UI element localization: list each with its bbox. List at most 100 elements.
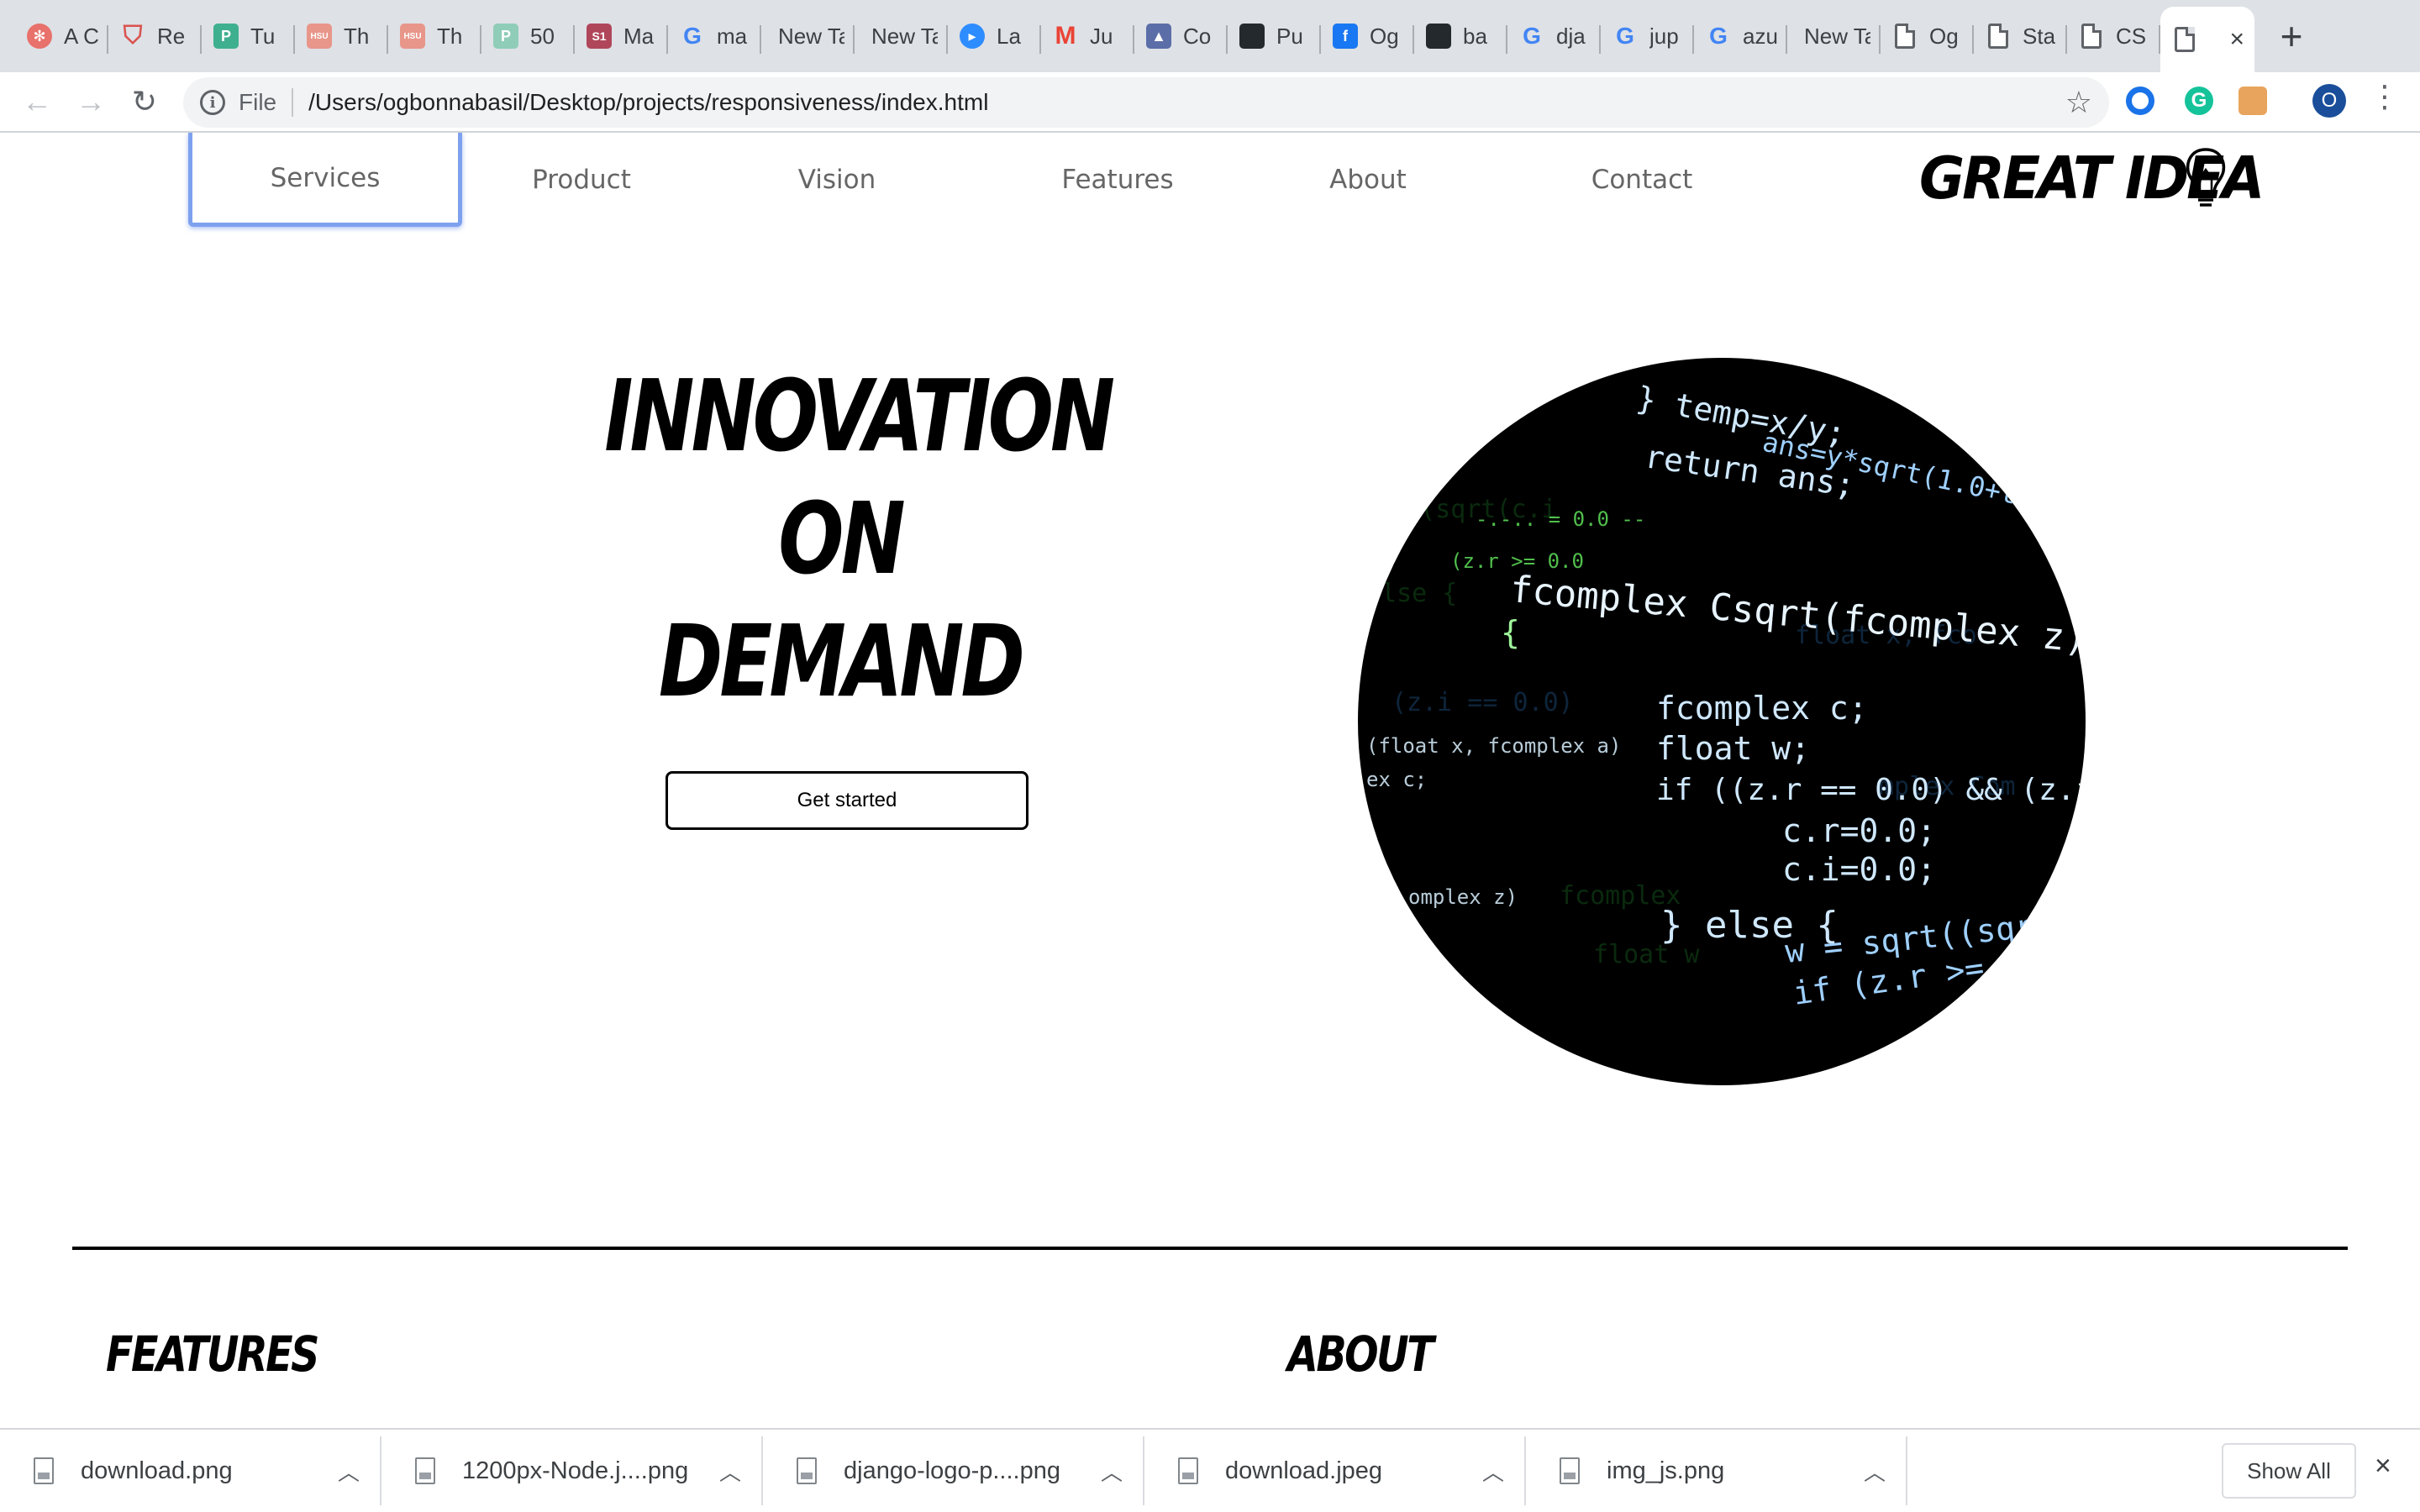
file-icon: [1560, 1457, 1580, 1484]
chevron-up-icon[interactable]: ︿: [1101, 1456, 1123, 1487]
bookmark-star-icon[interactable]: ☆: [2065, 85, 2092, 120]
about-heading: ABOUT: [1287, 1326, 1434, 1383]
tab-title: Og: [1929, 23, 1959, 49]
shield-icon: ⛉: [123, 22, 143, 50]
browser-tab[interactable]: HSU Th: [388, 0, 481, 72]
browser-tab[interactable]: ✻ A C: [15, 0, 108, 72]
tab-title: CS: [2116, 23, 2147, 49]
code-bg-text: (z.i == 0.0): [1392, 688, 1574, 717]
extension-face-icon[interactable]: [2238, 87, 2267, 115]
tab-title: Th: [344, 23, 370, 49]
forward-arrow-icon[interactable]: →: [64, 75, 118, 129]
browser-tab[interactable]: New Ta: [855, 0, 948, 72]
download-item[interactable]: img_js.png ︿: [1526, 1436, 1907, 1505]
browser-toolbar: ← → ↻ i File /Users/ogbonnabasil/Desktop…: [0, 72, 2420, 133]
chevron-up-icon[interactable]: ︿: [1864, 1456, 1886, 1487]
facebook-icon: f: [1333, 24, 1358, 49]
browser-tab[interactable]: Sta: [1974, 0, 2067, 72]
code-bg-text: ex c;: [1366, 768, 1427, 791]
nav-link-features[interactable]: Features: [1007, 133, 1228, 227]
browser-tab[interactable]: P Tu: [202, 0, 295, 72]
lightbulb-icon: [2186, 148, 2226, 207]
web-page: Services Product Vision Features About C…: [0, 133, 2420, 1428]
browser-tab[interactable]: M Ju: [1041, 0, 1134, 72]
code-image: qrt(sqrt(c.i else { (z.i == 0.0) float x…: [1358, 358, 2086, 1085]
browser-tab[interactable]: New Ta: [1787, 0, 1881, 72]
browser-tab[interactable]: Gjup: [1601, 0, 1694, 72]
pinwheel-icon: ✻: [27, 24, 52, 49]
download-filename: download.png: [81, 1457, 233, 1484]
tab-title: ba: [1463, 23, 1487, 49]
browser-tab[interactable]: Gdja: [1507, 0, 1601, 72]
document-icon: [2079, 24, 2104, 49]
download-item[interactable]: 1200px-Node.j....png ︿: [381, 1436, 763, 1505]
tab-title: Og: [1370, 23, 1399, 49]
code-line: fcomplex c;: [1656, 690, 1868, 727]
chevron-up-icon[interactable]: ︿: [1482, 1456, 1504, 1487]
grammarly-icon[interactable]: G: [2185, 87, 2213, 115]
tab-title: 50: [530, 23, 555, 49]
tab-title: dja: [1556, 23, 1586, 49]
show-all-button[interactable]: Show All: [2222, 1443, 2356, 1499]
download-item[interactable]: download.png ︿: [0, 1436, 381, 1505]
tab-title: Ju: [1090, 23, 1113, 49]
reload-icon[interactable]: ↻: [118, 75, 171, 129]
file-icon: [1178, 1457, 1198, 1484]
profile-avatar[interactable]: O: [2312, 84, 2346, 118]
browser-tab[interactable]: CS: [2067, 0, 2160, 72]
nav-link-services[interactable]: Services: [188, 133, 462, 227]
close-tab-icon[interactable]: ×: [2229, 25, 2244, 54]
extension-ring-icon[interactable]: [2126, 87, 2154, 115]
nav-link-product[interactable]: Product: [471, 133, 692, 227]
code-line: if ((z.r == 0.0) && (z.i == 0.0)) {: [1656, 773, 2086, 807]
browser-tab[interactable]: ▸ La: [948, 0, 1041, 72]
p-icon: P: [493, 24, 518, 49]
more-menu-icon[interactable]: ⋮: [2370, 79, 2400, 114]
close-icon[interactable]: ×: [2375, 1450, 2391, 1483]
url-scheme: File: [239, 88, 294, 117]
download-shelf: download.png ︿ 1200px-Node.j....png ︿ dj…: [0, 1428, 2420, 1512]
browser-tab[interactable]: Og: [1881, 0, 1974, 72]
nav-link-contact[interactable]: Contact: [1531, 133, 1753, 227]
new-tab-button[interactable]: +: [2254, 0, 2328, 72]
hero-line-1: INNOVATION: [604, 358, 1115, 474]
tab-title: New Ta: [871, 23, 938, 49]
nav-link-vision[interactable]: Vision: [726, 133, 948, 227]
back-arrow-icon[interactable]: ←: [10, 75, 64, 129]
browser-tab[interactable]: ba: [1414, 0, 1507, 72]
browser-tab[interactable]: ⛉ Re: [108, 0, 202, 72]
info-icon[interactable]: i: [200, 90, 225, 115]
code-bg-text: omplex z): [1408, 885, 1518, 909]
hero-line-3: DEMAND: [658, 603, 1025, 719]
chevron-up-icon[interactable]: ︿: [338, 1456, 360, 1487]
url-text[interactable]: /Users/ogbonnabasil/Desktop/projects/res…: [308, 89, 988, 116]
browser-tab[interactable]: HSU Th: [295, 0, 388, 72]
active-tab[interactable]: ×: [2160, 7, 2254, 72]
browser-tab[interactable]: P 50: [481, 0, 575, 72]
browser-tab[interactable]: Pu: [1228, 0, 1321, 72]
zoom-icon: ▸: [960, 24, 985, 49]
nav-link-about[interactable]: About: [1257, 133, 1479, 227]
browser-tab[interactable]: Gma: [668, 0, 761, 72]
file-icon: [34, 1457, 54, 1484]
get-started-button[interactable]: Get started: [666, 771, 1028, 830]
code-bg-text: else {: [1366, 579, 1457, 608]
code-line: c.i=0.0;: [1782, 851, 1936, 888]
tab-title: Ma: [623, 23, 655, 49]
download-item[interactable]: django-logo-p....png ︿: [763, 1436, 1144, 1505]
tab-title: Co: [1183, 23, 1212, 49]
chevron-up-icon[interactable]: ︿: [719, 1456, 741, 1487]
download-filename: download.jpeg: [1225, 1457, 1383, 1484]
google-icon: G: [1709, 23, 1728, 49]
download-item[interactable]: download.jpeg ︿: [1144, 1436, 1526, 1505]
code-line: c.r=0.0;: [1782, 812, 1936, 849]
browser-tab[interactable]: S1 Ma: [575, 0, 668, 72]
browser-tab[interactable]: ▲ Co: [1134, 0, 1228, 72]
tab-strip: ✻ A C ⛉ Re P Tu HSU Th HSU Th P 50 S1 Ma Gma Ne…: [0, 0, 2420, 72]
file-icon: [797, 1457, 817, 1484]
browser-tab[interactable]: New Ta: [761, 0, 855, 72]
hero-headline: INNOVATION ON DEMAND: [604, 354, 1115, 722]
address-bar[interactable]: i File /Users/ogbonnabasil/Desktop/proje…: [183, 77, 2109, 128]
browser-tab[interactable]: Gazu: [1694, 0, 1787, 72]
browser-tab[interactable]: f Og: [1321, 0, 1414, 72]
